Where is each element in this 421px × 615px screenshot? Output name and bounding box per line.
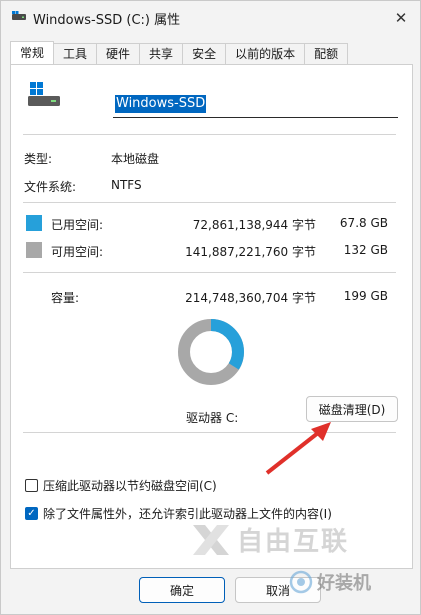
title-bar: Windows-SSD (C:) 属性 ✕ [1, 1, 420, 35]
brand-logo-icon [193, 524, 229, 555]
capacity-bytes: 214,748,360,704 字节 [185, 291, 316, 305]
tab-previous-versions[interactable]: 以前的版本 [226, 43, 306, 65]
free-space-label: 可用空间: [51, 245, 104, 259]
capacity-size: 199 GB [343, 289, 388, 303]
tab-tools[interactable]: 工具 [54, 43, 98, 65]
ok-button[interactable]: 确定 [139, 577, 225, 603]
tab-security[interactable]: 安全 [183, 43, 227, 65]
tab-quota[interactable]: 配额 [305, 43, 349, 65]
drive-large-icon [28, 82, 60, 106]
properties-window: Windows-SSD (C:) 属性 ✕ 常规 工具 硬件 共享 安全 以前的… [0, 0, 421, 615]
general-panel: Windows-SSD 类型: 本地磁盘 文件系统: NTFS 已用空间: 72… [10, 64, 413, 569]
drive-icon [12, 11, 26, 20]
compress-option[interactable]: 压缩此驱动器以节约磁盘空间(C) [25, 477, 217, 494]
used-space-label: 已用空间: [51, 218, 104, 232]
divider [23, 272, 396, 273]
tab-hardware[interactable]: 硬件 [97, 43, 141, 65]
drive-letter-label: 驱动器 C: [186, 411, 239, 425]
index-checkbox[interactable]: ✓ [25, 507, 38, 520]
type-value: 本地磁盘 [111, 152, 160, 166]
capacity-label: 容量: [51, 291, 80, 305]
tab-general[interactable]: 常规 [10, 41, 55, 65]
close-icon: ✕ [394, 9, 408, 27]
window-title: Windows-SSD (C:) 属性 [33, 13, 181, 28]
used-space-swatch [26, 215, 42, 231]
tab-strip: 常规 工具 硬件 共享 安全 以前的版本 配额 [10, 41, 349, 65]
watermark-site: 好装机 [289, 569, 371, 595]
site-logo-icon [289, 570, 313, 594]
free-space-size: 132 GB [343, 243, 388, 257]
type-label: 类型: [24, 152, 53, 166]
index-label: 除了文件属性外，还允许索引此驱动器上文件的内容(I) [43, 507, 332, 521]
filesystem-value: NTFS [111, 178, 142, 192]
divider [23, 134, 396, 135]
tab-sharing[interactable]: 共享 [140, 43, 184, 65]
compress-checkbox[interactable] [25, 479, 38, 492]
free-space-bytes: 141,887,221,760 字节 [185, 245, 316, 259]
watermark-brand-text: 自由互联 [237, 527, 350, 557]
drive-name-input[interactable]: Windows-SSD [113, 90, 398, 118]
annotation-arrow [265, 422, 331, 475]
filesystem-label: 文件系统: [24, 180, 77, 194]
watermark-brand: 自由互联 [191, 521, 349, 558]
drive-name-value: Windows-SSD [115, 94, 207, 113]
close-button[interactable]: ✕ [390, 7, 412, 29]
index-option[interactable]: ✓ 除了文件属性外，还允许索引此驱动器上文件的内容(I) [25, 505, 332, 522]
free-space-swatch [26, 242, 42, 258]
compress-label: 压缩此驱动器以节约磁盘空间(C) [43, 479, 217, 493]
used-space-size: 67.8 GB [339, 216, 388, 230]
watermark-site-text: 好装机 [317, 573, 371, 594]
divider [23, 202, 396, 203]
used-space-bytes: 72,861,138,944 字节 [192, 218, 316, 232]
usage-donut-chart [178, 319, 244, 385]
